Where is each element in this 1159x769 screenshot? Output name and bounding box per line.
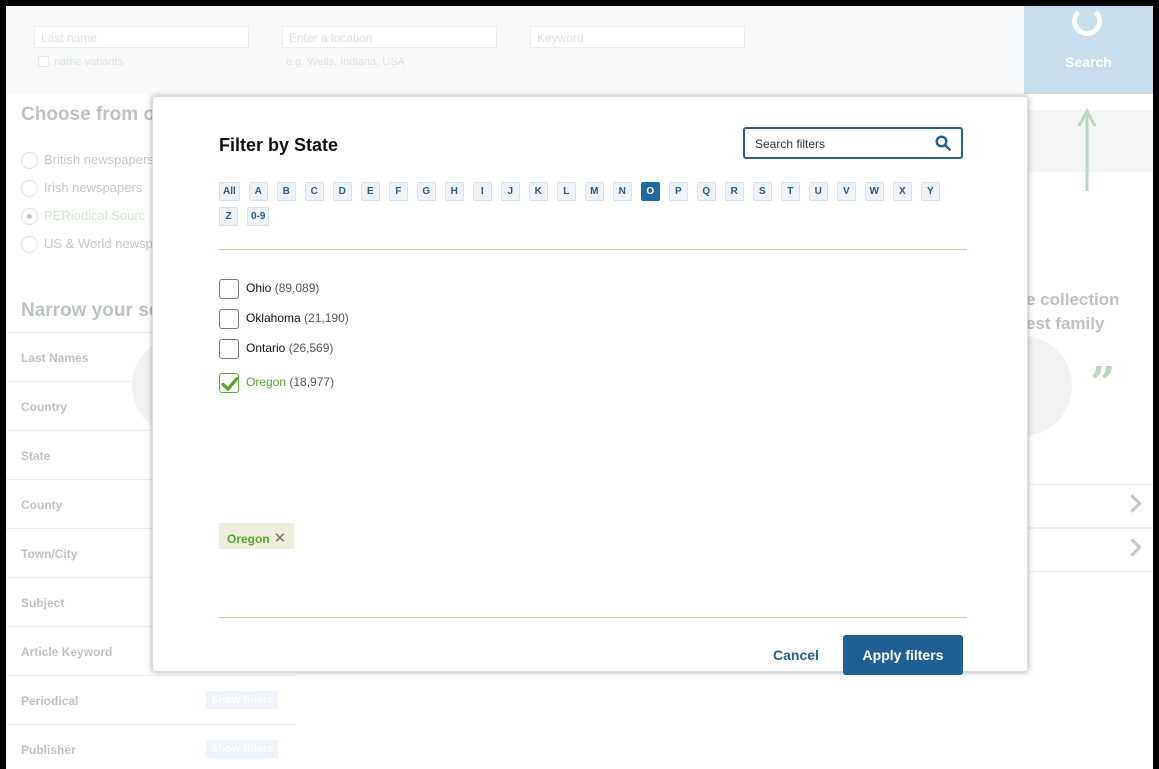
cancel-button[interactable]: Cancel — [773, 647, 819, 663]
promo-line: est family — [1026, 314, 1105, 333]
filter-search-box — [743, 127, 963, 159]
divider — [219, 617, 967, 618]
letter-r[interactable]: R — [724, 182, 744, 201]
source-radio-irish[interactable]: Irish newspapers — [21, 180, 143, 198]
letter-0-9[interactable]: 0-9 — [247, 207, 270, 226]
chevron-right-icon — [1123, 538, 1142, 557]
selected-filter-tag: Oregon ✕ — [219, 523, 295, 549]
letter-n[interactable]: N — [612, 182, 632, 201]
tag-label: Oregon — [227, 532, 270, 546]
letter-m[interactable]: M — [584, 182, 604, 201]
filter-label: Publisher — [21, 743, 76, 757]
show-filters-button[interactable]: Show filters — [206, 691, 279, 709]
source-label: US & World newsp — [44, 236, 153, 251]
narrow-heading: Narrow your se — [21, 300, 160, 321]
letter-a[interactable]: A — [248, 182, 268, 201]
search-bar: Last name name variants Enter a location… — [6, 6, 1153, 94]
letter-d[interactable]: D — [332, 182, 352, 201]
letter-b[interactable]: B — [276, 182, 296, 201]
filter-search-input[interactable] — [753, 136, 923, 152]
filter-label: County — [21, 498, 63, 512]
source-radio-periodical[interactable]: PERiodical Sourc — [21, 208, 146, 226]
search-button-label: Search — [1065, 54, 1112, 70]
location-hint: e.g. Wells, Indiana, USA — [286, 56, 406, 68]
letter-i[interactable]: I — [472, 182, 492, 201]
letter-u[interactable]: U — [808, 182, 828, 201]
letter-y[interactable]: Y — [920, 182, 940, 201]
show-filters-button[interactable]: Show filters — [206, 740, 279, 758]
name-variants-checkbox[interactable] — [38, 56, 49, 67]
choose-heading: Choose from ou — [21, 104, 167, 125]
radio-icon — [21, 152, 38, 170]
letter-w[interactable]: W — [864, 182, 884, 201]
source-label: Irish newspapers — [44, 180, 143, 195]
letter-e[interactable]: E — [360, 182, 380, 201]
checkbox[interactable] — [219, 373, 239, 393]
letter-index: All A B C D E F G H I J K L M N O P Q R S T U V W X Y Z 0-9 — [219, 181, 949, 231]
filter-label: State — [21, 449, 51, 463]
modal-title: Filter by State — [219, 135, 339, 155]
option-label: Oregon (18,977) — [246, 375, 335, 389]
option-label: Ohio (89,089) — [246, 281, 320, 295]
letter-all[interactable]: All — [219, 182, 240, 201]
arrow-up-icon — [1078, 107, 1096, 191]
name-variants-label: name variants — [54, 56, 124, 68]
option-label: Oklahoma (21,190) — [246, 311, 349, 325]
letter-l[interactable]: L — [556, 182, 576, 201]
close-icon[interactable]: ✕ — [274, 530, 287, 547]
letter-k[interactable]: K — [528, 182, 548, 201]
radio-icon — [21, 208, 38, 226]
letter-p[interactable]: P — [668, 182, 688, 201]
chevron-right-icon — [1123, 494, 1142, 513]
letter-o[interactable]: O — [640, 182, 660, 201]
divider — [219, 249, 967, 250]
source-label: PERiodical Sourc — [44, 208, 146, 223]
last-name-input[interactable]: Last name — [34, 26, 249, 48]
filter-label: Country — [21, 400, 67, 414]
checkmark-icon — [221, 376, 239, 391]
filter-label: Town/City — [21, 547, 78, 561]
letter-f[interactable]: F — [388, 182, 408, 201]
quote-mark-icon: ” — [1090, 358, 1116, 409]
filter-label: Subject — [21, 596, 65, 610]
filter-label: Periodical — [21, 694, 79, 708]
letter-c[interactable]: C — [304, 182, 324, 201]
source-radio-british[interactable]: British newspapers — [21, 152, 154, 170]
letter-x[interactable]: X — [892, 182, 912, 201]
page-frame: Last name name variants Enter a location… — [6, 6, 1153, 769]
option-label: Ontario (26,569) — [246, 341, 334, 355]
right-link-row[interactable] — [1006, 484, 1153, 528]
letter-g[interactable]: G — [416, 182, 436, 201]
source-label: British newspapers — [44, 152, 154, 167]
checkbox[interactable] — [219, 309, 239, 329]
letter-z[interactable]: Z — [219, 207, 238, 226]
filter-row-publisher[interactable]: Publisher Show filters — [6, 724, 296, 769]
filter-row-periodical[interactable]: Periodical Show filters — [6, 675, 296, 724]
right-link-row[interactable] — [1006, 528, 1153, 572]
source-radio-us-world[interactable]: US & World newsp — [21, 236, 153, 254]
filter-modal: Filter by State All ABCDEFGHIJKLMNOPQRSTU… — [152, 96, 1028, 675]
letter-h[interactable]: H — [444, 182, 464, 201]
search-button[interactable]: Search — [1024, 6, 1153, 94]
filter-label: Last Names — [21, 351, 89, 365]
apply-filters-button[interactable]: Apply filters — [843, 635, 963, 675]
keyword-input[interactable]: Keyword — [530, 26, 745, 48]
letter-q[interactable]: Q — [696, 182, 716, 201]
radio-icon — [21, 236, 38, 254]
location-input[interactable]: Enter a location — [282, 26, 497, 48]
letter-s[interactable]: S — [752, 182, 772, 201]
search-icon — [1072, 6, 1102, 36]
search-icon[interactable] — [935, 135, 951, 151]
letter-j[interactable]: J — [500, 182, 520, 201]
letter-t[interactable]: T — [780, 182, 800, 201]
checkbox[interactable] — [219, 339, 239, 359]
letter-v[interactable]: V — [836, 182, 856, 201]
radio-icon — [21, 180, 38, 198]
promo-line: e collection — [1026, 290, 1120, 309]
checkbox[interactable] — [219, 279, 239, 299]
filter-label: Article Keyword — [21, 645, 113, 659]
